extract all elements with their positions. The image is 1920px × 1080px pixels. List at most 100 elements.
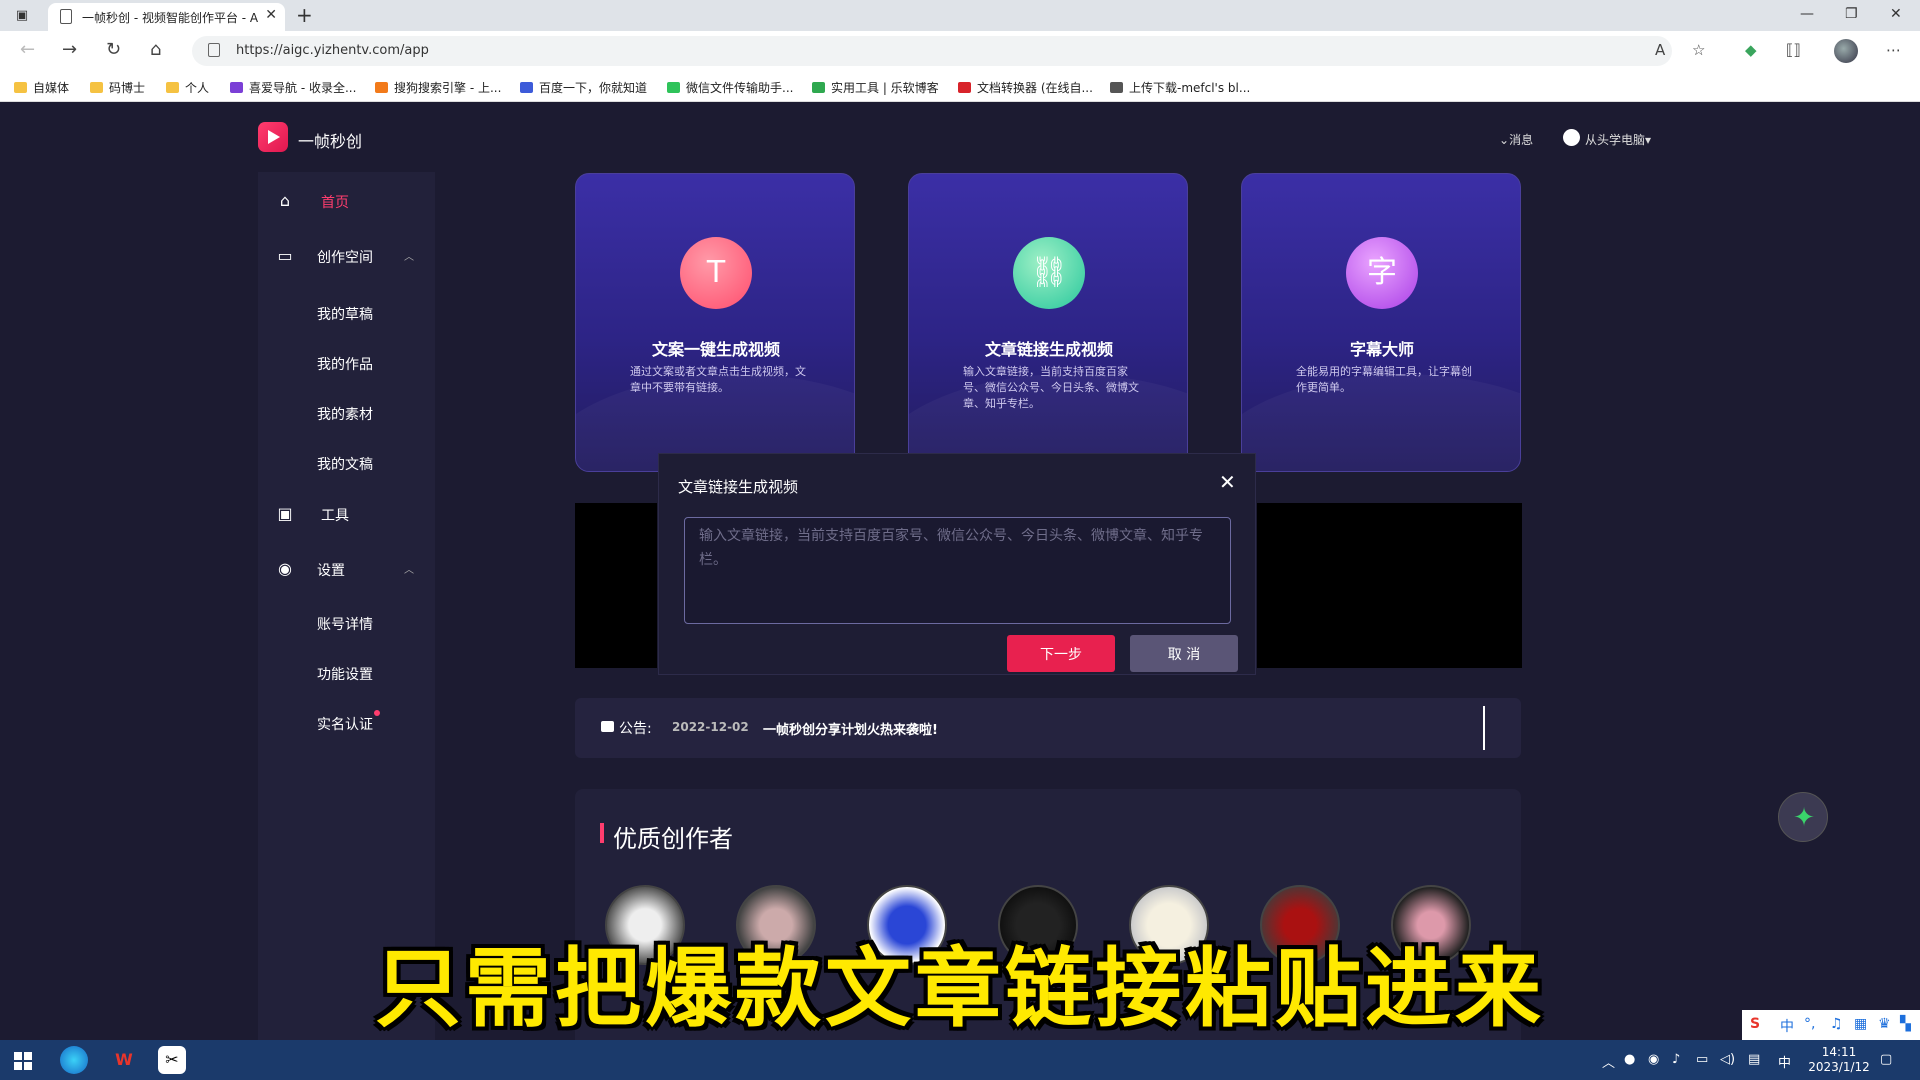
skin-icon: ♛ xyxy=(1878,1016,1891,1032)
wechat-float-button[interactable]: ✦ xyxy=(1778,792,1828,842)
more-icon[interactable]: ⋯ xyxy=(1886,41,1901,59)
folder-icon xyxy=(90,82,103,93)
bookmark-item[interactable]: 码博士 xyxy=(90,79,145,96)
minimize-icon[interactable]: — xyxy=(1800,6,1814,22)
notifications-icon[interactable]: ▢ xyxy=(1880,1052,1892,1067)
taskbar: W ✂ ︿ ● ◉ ♪ ▭ ◁) ▤ 中 14:11 2023/1/12 ▢ xyxy=(0,1040,1920,1080)
close-icon[interactable]: ✕ xyxy=(1219,470,1236,494)
volume-icon[interactable]: ◁) xyxy=(1720,1052,1735,1067)
site-icon xyxy=(958,82,971,93)
edge-icon[interactable] xyxy=(60,1046,88,1074)
messages-link[interactable]: ⌄消息 xyxy=(1499,131,1533,148)
read-aloud-icon[interactable]: A xyxy=(1655,41,1665,59)
restore-icon[interactable]: ❐ xyxy=(1845,6,1858,22)
section-title: 优质创作者 xyxy=(613,825,733,853)
sidebar-item-creation-space[interactable]: ▭ 创作空间 ︿ xyxy=(258,238,435,274)
microphone-icon: ♫ xyxy=(1830,1016,1843,1032)
microphone-icon[interactable]: ♪ xyxy=(1672,1052,1680,1067)
sidebar-item-account[interactable]: 账号详情 xyxy=(317,614,373,634)
close-tab-icon[interactable]: ✕ xyxy=(265,7,277,23)
next-button[interactable]: 下一步 xyxy=(1007,635,1115,672)
clock[interactable]: 14:11 2023/1/12 xyxy=(1804,1045,1874,1075)
bookmark-item[interactable]: 个人 xyxy=(166,79,209,96)
cancel-button[interactable]: 取 消 xyxy=(1130,635,1238,672)
link-icon: ⛓ xyxy=(1013,237,1085,309)
keyboard-icon[interactable]: ▤ xyxy=(1748,1052,1760,1067)
card-description: 全能易用的字幕编辑工具，让字幕创作更简单。 xyxy=(1296,365,1472,394)
tray-expand-icon[interactable]: ︿ xyxy=(1602,1052,1615,1071)
bookmark-item[interactable]: 搜狗搜索引擎 - 上... xyxy=(375,79,501,96)
bookmark-item[interactable]: 文档转换器 (在线自... xyxy=(958,79,1093,96)
site-icon xyxy=(1110,82,1123,93)
announcement-text[interactable]: 一帧秒创分享计划火热来袭啦! xyxy=(763,719,938,738)
card-subtitle-master[interactable]: 字 字幕大师 全能易用的字幕编辑工具，让字幕创作更简单。 xyxy=(1241,173,1521,472)
network-icon[interactable]: ▭ xyxy=(1696,1052,1708,1067)
card-link-to-video[interactable]: ⛓ 文章链接生成视频 输入文章链接，当前支持百度百家号、微信公众号、今日头条、微… xyxy=(908,173,1188,472)
user-menu[interactable]: 从头学电脑▾ xyxy=(1585,131,1651,148)
sidebar-item-home[interactable]: ⌂ 首页 xyxy=(258,183,435,219)
home-icon[interactable]: ⌂ xyxy=(150,39,161,60)
close-window-icon[interactable]: ✕ xyxy=(1890,6,1902,22)
sidebar-item-settings[interactable]: ◉ 设置 ︿ xyxy=(258,551,435,587)
folder-icon xyxy=(166,82,179,93)
sidebar-item-drafts[interactable]: 我的草稿 xyxy=(317,304,373,324)
wechat-icon: ✦ xyxy=(1793,803,1815,833)
favorite-icon[interactable]: ☆ xyxy=(1692,41,1705,59)
sidebar-item-verification[interactable]: 实名认证 xyxy=(317,714,373,734)
site-icon xyxy=(812,82,825,93)
sidebar-item-scripts[interactable]: 我的文稿 xyxy=(317,454,373,474)
collections-icon[interactable]: ⟦⟧ xyxy=(1786,41,1801,59)
bookmarks-bar: 自媒体 码博士 个人 喜爱导航 - 收录全... 搜狗搜索引擎 - 上... 百… xyxy=(0,71,1920,102)
sidebar-item-materials[interactable]: 我的素材 xyxy=(317,404,373,424)
site-icon xyxy=(230,82,243,93)
bookmark-item[interactable]: 上传下载-mefcl's bl... xyxy=(1110,79,1250,96)
home-icon: ⌂ xyxy=(279,191,291,210)
windows-start-icon[interactable] xyxy=(14,1052,32,1070)
forward-icon[interactable]: → xyxy=(62,39,77,60)
announcement-icon xyxy=(601,721,614,732)
announcement-bar[interactable]: 公告: 2022-12-02 一帧秒创分享计划火热来袭啦! xyxy=(575,698,1521,758)
announcement-divider xyxy=(1483,706,1485,750)
tab-actions-icon[interactable]: ▣ xyxy=(12,6,32,26)
back-icon[interactable]: ← xyxy=(20,39,35,60)
settings-icon: ◉ xyxy=(278,559,292,578)
card-title: 文章链接生成视频 xyxy=(984,340,1113,359)
bookmark-item[interactable]: 喜爱导航 - 收录全... xyxy=(230,79,356,96)
address-bar[interactable]: https://aigc.yizhentv.com/app xyxy=(192,36,1672,66)
card-title: 字幕大师 xyxy=(1349,340,1414,359)
dialog-title: 文章链接生成视频 xyxy=(678,478,799,496)
user-avatar[interactable] xyxy=(1563,129,1580,146)
browser-tab[interactable]: 一帧秒创 - 视频智能创作平台 - A ✕ xyxy=(48,3,285,31)
bookmark-item[interactable]: 微信文件传输助手... xyxy=(667,79,793,96)
input-language[interactable]: 中 xyxy=(1778,1052,1791,1071)
sidebar-item-feature-settings[interactable]: 功能设置 xyxy=(317,664,373,684)
card-description: 输入文章链接，当前支持百度百家号、微信公众号、今日头条、微博文章、知乎专栏。 xyxy=(963,365,1139,410)
sidebar-item-works[interactable]: 我的作品 xyxy=(317,354,373,374)
sidebar-item-tools[interactable]: ▣ 工具 xyxy=(258,496,435,532)
video-banner-right[interactable] xyxy=(1257,503,1522,668)
new-tab-icon[interactable]: + xyxy=(296,3,313,27)
tray-app-icon[interactable]: ◉ xyxy=(1648,1052,1659,1067)
video-banner-left[interactable] xyxy=(575,503,657,668)
extension-icon[interactable]: ◆ xyxy=(1745,41,1757,59)
notification-dot xyxy=(374,710,380,716)
bookmark-item[interactable]: 百度一下，你就知道 xyxy=(520,79,647,96)
bookmark-item[interactable]: 自媒体 xyxy=(14,79,69,96)
card-description: 通过文案或者文章点击生成视频，文章中不要带有链接。 xyxy=(630,365,806,394)
ime-toolbar[interactable]: S 中 °, ♫ ▦ ♛ ▚ xyxy=(1742,1010,1920,1040)
brand-name[interactable]: 一帧秒创 xyxy=(298,128,362,152)
article-link-input[interactable] xyxy=(684,517,1231,624)
chevron-up-icon: ︿ xyxy=(404,252,414,263)
reload-icon[interactable]: ↻ xyxy=(106,39,121,60)
tray-app-icon[interactable]: ● xyxy=(1624,1052,1635,1067)
apps-icon: ▚ xyxy=(1900,1016,1911,1032)
profile-avatar[interactable] xyxy=(1834,39,1858,63)
monitor-icon: ▭ xyxy=(277,246,293,265)
card-text-to-video[interactable]: T 文案一键生成视频 通过文案或者文章点击生成视频，文章中不要带有链接。 xyxy=(575,173,855,472)
logo-icon[interactable] xyxy=(258,122,288,152)
capcut-icon[interactable]: ✂ xyxy=(158,1046,186,1074)
toolbox-icon: ▣ xyxy=(277,504,293,523)
browser-tab-bar: ▣ 一帧秒创 - 视频智能创作平台 - A ✕ + — ❐ ✕ xyxy=(0,0,1920,31)
bookmark-item[interactable]: 实用工具 | 乐软博客 xyxy=(812,79,939,96)
wps-icon[interactable]: W xyxy=(110,1046,138,1074)
